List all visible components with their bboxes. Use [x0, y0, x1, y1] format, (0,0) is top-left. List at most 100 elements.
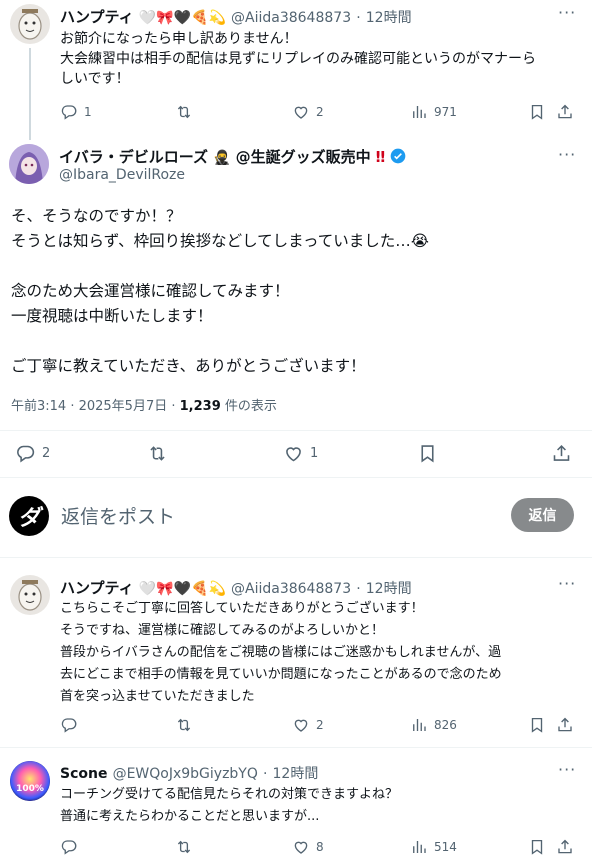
bookmark-icon — [528, 103, 546, 121]
heart-icon — [283, 443, 304, 464]
bookmark-button[interactable] — [417, 443, 438, 464]
author-name[interactable]: ハンプティ — [60, 8, 134, 26]
author-handle[interactable]: @Aiida38648873 — [231, 10, 351, 26]
share-icon — [556, 103, 574, 121]
bookmark-button[interactable] — [528, 716, 546, 734]
timestamp[interactable]: 12時間 — [366, 10, 412, 26]
view-count: 971 — [434, 105, 457, 119]
ninja-emoji-icon: 🥷 — [213, 150, 231, 166]
bookmark-icon — [528, 716, 546, 734]
share-icon — [556, 838, 574, 856]
tweet-text-line: 一度視聴は中断いたします！ — [11, 307, 213, 325]
views-icon — [410, 103, 428, 121]
more-options-icon[interactable]: ··· — [558, 760, 576, 779]
author-name[interactable]: ハンプティ — [60, 579, 134, 597]
reply-button[interactable] — [60, 838, 78, 856]
share-button[interactable] — [556, 103, 574, 121]
avatar[interactable]: 100% — [10, 761, 50, 801]
heart-icon — [292, 838, 310, 856]
name-emojis: 🤍🎀🖤🍕💫 — [138, 10, 226, 26]
repost-button[interactable] — [175, 103, 193, 121]
more-options-icon[interactable]: ··· — [558, 3, 576, 22]
reply-icon — [60, 838, 78, 856]
more-options-icon[interactable]: ··· — [558, 574, 576, 593]
tweet-text-line: こちらこそご丁寧に回答していただきありがとうございます！ — [60, 601, 424, 616]
like-count: 2 — [316, 718, 324, 732]
tweet-text-line: そうですね、運営様に確認してみるのがよろしいかと！ — [60, 623, 384, 638]
repost-icon — [175, 838, 193, 856]
post-timestamp[interactable]: 午前3:14 · 2025年5月7日 · — [11, 399, 180, 414]
repost-icon — [147, 443, 168, 464]
views-button[interactable]: 514 — [410, 838, 457, 856]
reply-count: 2 — [42, 446, 51, 461]
verified-badge-icon — [390, 148, 406, 164]
name-emojis: 🤍🎀🖤🍕💫 — [138, 581, 226, 597]
reply-button[interactable] — [60, 716, 78, 734]
views-button[interactable]: 971 — [410, 103, 457, 121]
timestamp[interactable]: 12時間 — [273, 766, 319, 782]
author-name[interactable]: イバラ・デビルローズ — [59, 148, 208, 166]
share-button[interactable] — [556, 716, 574, 734]
double-exclamation-icon: ‼ — [375, 148, 386, 166]
reply-count: 1 — [84, 105, 92, 119]
views-label: 件の表示 — [220, 399, 277, 414]
like-button[interactable]: 2 — [292, 103, 324, 121]
reply-button[interactable]: 1 — [60, 103, 92, 121]
like-count: 1 — [310, 446, 319, 461]
avatar[interactable] — [10, 575, 50, 615]
like-button[interactable]: 1 — [283, 443, 318, 464]
reply-icon — [60, 103, 78, 121]
author-name[interactable]: Scone — [60, 766, 107, 782]
avatar[interactable]: ダ — [9, 496, 49, 536]
author-handle[interactable]: @Aiida38648873 — [231, 581, 351, 597]
like-button[interactable]: 8 — [292, 838, 324, 856]
view-count: 514 — [434, 840, 457, 854]
avatar[interactable] — [10, 4, 50, 44]
bookmark-icon — [417, 443, 438, 464]
timestamp[interactable]: 12時間 — [366, 581, 412, 597]
thread-line — [29, 48, 31, 140]
more-options-icon[interactable]: ··· — [558, 145, 576, 164]
tweet-text-line: そ、そうなのですか！？ — [11, 207, 182, 225]
tweet-text-line: 普段からイバラさんの配信をご視聴の皆様にはご迷惑かもしれませんが、過 — [60, 645, 502, 660]
reply-submit-button[interactable]: 返信 — [511, 498, 574, 532]
heart-icon — [292, 716, 310, 734]
repost-button[interactable] — [147, 443, 168, 464]
views-icon — [410, 838, 428, 856]
reply-button[interactable]: 2 — [15, 443, 50, 464]
repost-icon — [175, 103, 193, 121]
repost-button[interactable] — [175, 716, 193, 734]
heart-icon — [292, 103, 310, 121]
bookmark-icon — [528, 838, 546, 856]
author-handle[interactable]: @Ibara_DevilRoze — [59, 167, 185, 183]
like-button[interactable]: 2 — [292, 716, 324, 734]
tweet-text-line: そうとは知らず、枠回り挨拶などしてしまっていました…😭 — [11, 232, 429, 250]
share-button[interactable] — [551, 443, 572, 464]
view-count: 826 — [434, 718, 457, 732]
like-count: 8 — [316, 840, 324, 854]
reply-input[interactable]: 返信をポスト — [61, 502, 175, 529]
share-button[interactable] — [556, 838, 574, 856]
tweet-text-line: ご丁寧に教えていただき、ありがとうございます！ — [11, 357, 366, 375]
avatar-text: 100% — [16, 784, 44, 794]
repost-icon — [175, 716, 193, 734]
tweet-text-line: 首を突っ込ませていただきました — [60, 689, 255, 704]
repost-button[interactable] — [175, 838, 193, 856]
views-icon — [410, 716, 428, 734]
tweet-text-line: 普通に考えたらわかることだと思いますが... — [60, 809, 320, 824]
like-count: 2 — [316, 105, 324, 119]
tweet-text-line: お節介になったら申し訳ありません！ — [60, 31, 298, 47]
share-icon — [556, 716, 574, 734]
tweet-text-line: 去にどこまで相手の情報を見ていいか問題になったことがあるので念のため — [60, 667, 502, 682]
bookmark-button[interactable] — [528, 103, 546, 121]
bookmark-button[interactable] — [528, 838, 546, 856]
tweet-text-line: しいです！ — [60, 71, 130, 87]
tweet-text-line: コーチング受けてる配信見たらそれの対策できますよね？ — [60, 787, 399, 802]
author-handle[interactable]: @EWQoJx9bGiyzbYQ — [113, 766, 258, 782]
view-count: 1,239 — [179, 399, 221, 414]
svg-text:ダ: ダ — [18, 505, 44, 531]
reply-icon — [60, 716, 78, 734]
avatar[interactable] — [9, 144, 49, 184]
tweet-text-line: 大会練習中は相手の配信は見ずにリプレイのみ確認可能というのがマナーら — [60, 51, 536, 67]
views-button[interactable]: 826 — [410, 716, 457, 734]
